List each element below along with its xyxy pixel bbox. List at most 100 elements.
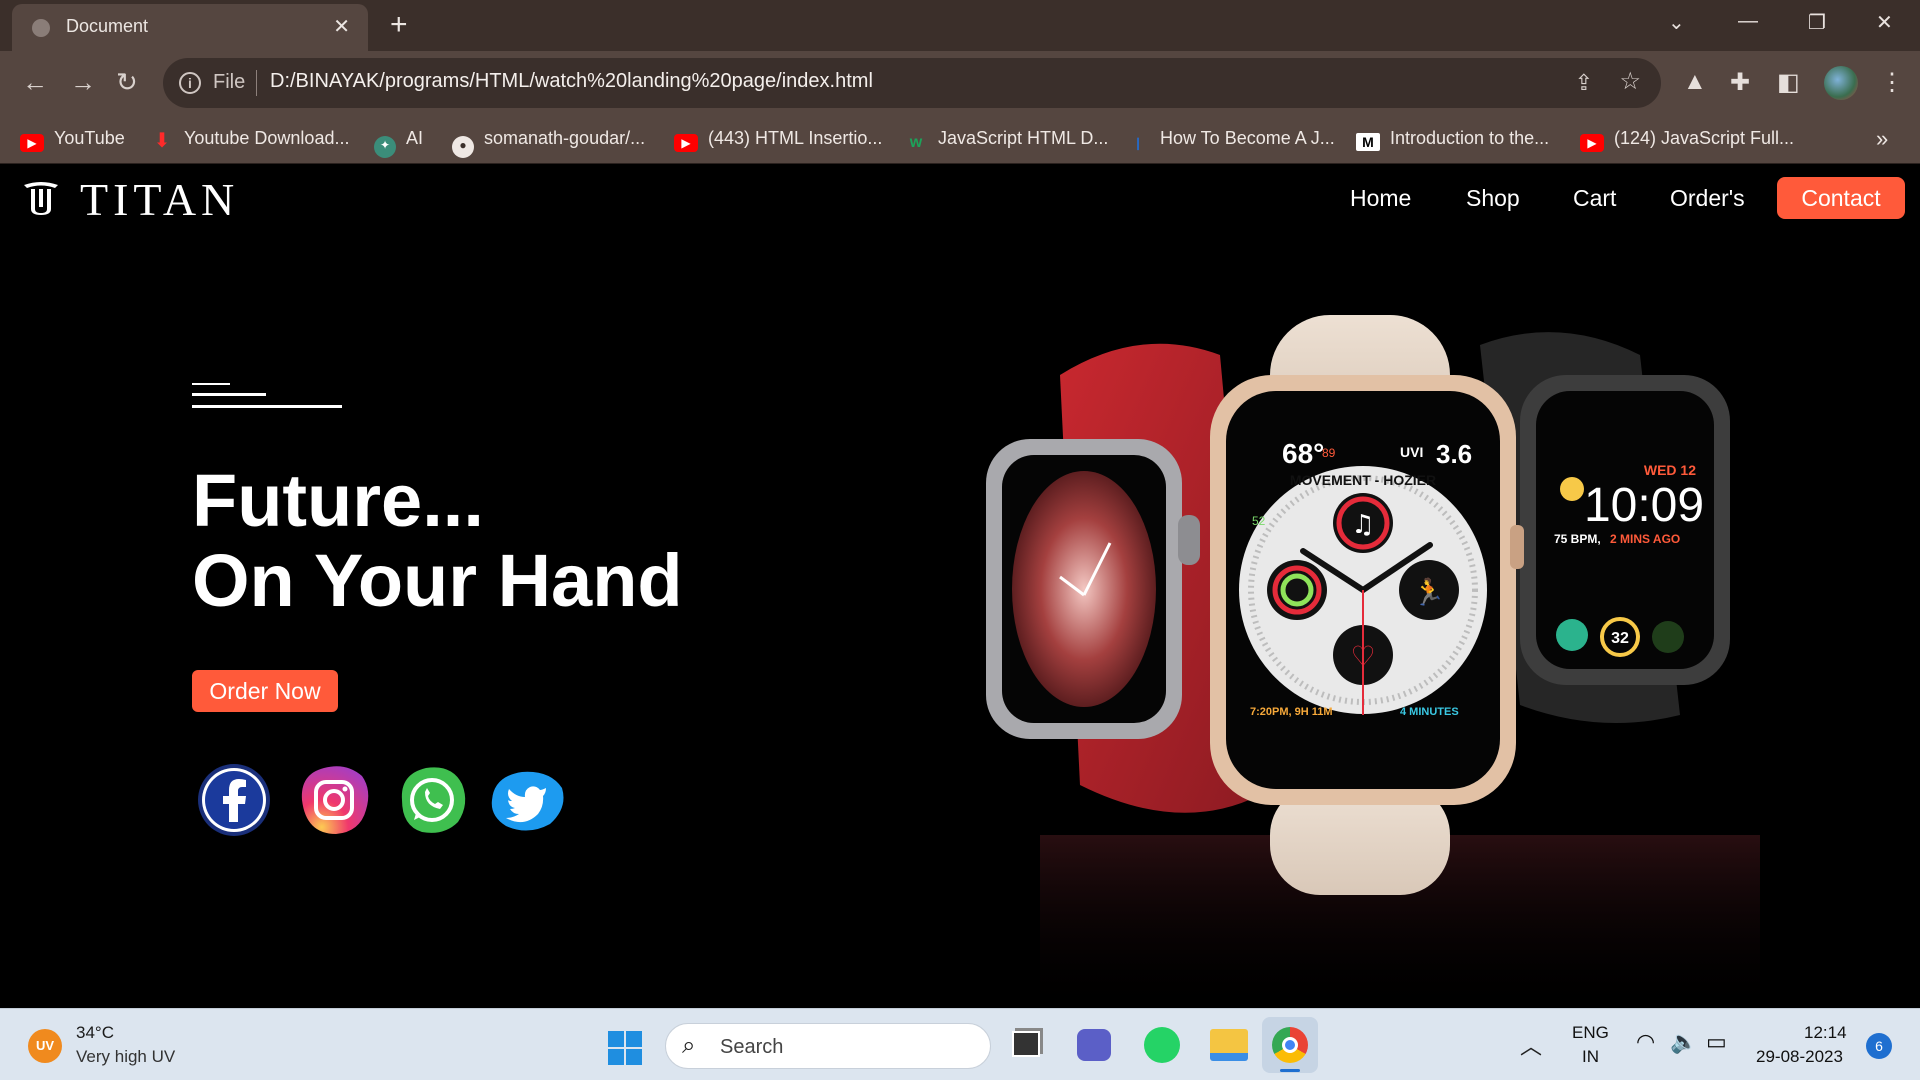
- titan-mark-icon: [24, 182, 58, 215]
- order-now-button[interactable]: Order Now: [192, 670, 338, 712]
- task-view-icon[interactable]: [1012, 1031, 1040, 1057]
- openai-icon: ✦: [374, 136, 396, 158]
- center-watch-uvi: UVI: [1400, 444, 1423, 460]
- youtube-icon: ▶: [1580, 134, 1604, 152]
- file-explorer-icon[interactable]: [1210, 1029, 1248, 1061]
- menu-kebab-icon[interactable]: ⋮: [1880, 68, 1904, 97]
- whatsapp-icon[interactable]: [392, 760, 472, 840]
- center-watch-uvi-value: 3.6: [1436, 439, 1472, 469]
- back-icon[interactable]: ←: [22, 67, 48, 98]
- hero-line-2: On Your Hand: [192, 539, 683, 622]
- globe-icon: [32, 19, 50, 37]
- bookmark-javascript-html[interactable]: w JavaScript HTML D...: [904, 128, 1109, 152]
- landing-page: TITAN Home Shop Cart Order's Contact Fut…: [0, 165, 1920, 1008]
- restore-icon[interactable]: ❐: [1808, 10, 1826, 35]
- windows-start-icon[interactable]: [608, 1031, 642, 1065]
- volume-icon[interactable]: 🔈: [1670, 1029, 1697, 1055]
- browser-toolbar: ← → ↻ i File D:/BINAYAK/programs/HTML/wa…: [0, 51, 1920, 116]
- uv-weather-badge[interactable]: UV: [28, 1029, 62, 1063]
- taskbar-search-box[interactable]: ⌕ Search: [665, 1023, 991, 1069]
- wifi-icon[interactable]: ◠: [1636, 1029, 1655, 1055]
- url-scheme: File: [213, 71, 246, 93]
- twitter-icon[interactable]: [488, 760, 568, 840]
- address-bar[interactable]: i File D:/BINAYAK/programs/HTML/watch%20…: [163, 58, 1661, 108]
- instagram-icon[interactable]: [294, 760, 374, 840]
- bookmark-javascript-full[interactable]: ▶ (124) JavaScript Full...: [1580, 128, 1794, 152]
- right-watch-ago: 2 MINS AGO: [1610, 532, 1680, 546]
- bookmark-introduction[interactable]: M Introduction to the...: [1356, 128, 1549, 151]
- youtube-icon: ▶: [20, 134, 44, 152]
- tab-search-icon[interactable]: ⌄: [1668, 10, 1685, 35]
- watches-product-image: WED 12 10:09 75 BPM, 2 MINS AGO 32 ♫ 🏃 ♡…: [986, 315, 1760, 1008]
- clock-date[interactable]: 29-08-2023: [1756, 1047, 1843, 1067]
- url-text[interactable]: D:/BINAYAK/programs/HTML/watch%20landing…: [270, 70, 873, 93]
- nav-cart[interactable]: Cart: [1573, 185, 1616, 212]
- bookmark-ai[interactable]: ✦ AI: [374, 128, 423, 158]
- windows-taskbar: UV 34°C Very high UV ⌕ Search ︿ ENG IN ◠…: [0, 1008, 1920, 1080]
- minimize-icon[interactable]: —: [1738, 10, 1758, 33]
- center-watch-song: MOVEMENT - HOZIER: [1290, 472, 1436, 488]
- weather-temp[interactable]: 34°C: [76, 1023, 114, 1043]
- browser-titlebar: Document ✕ + ⌄ — ❐ ✕: [0, 0, 1920, 51]
- facebook-icon[interactable]: [194, 760, 274, 840]
- download-icon: ⬇: [153, 130, 171, 152]
- music-icon: ♫: [1351, 510, 1374, 540]
- right-watch-time: 10:09: [1584, 479, 1704, 532]
- language-region[interactable]: IN: [1582, 1047, 1599, 1067]
- bookmark-youtube-download[interactable]: ⬇ Youtube Download...: [150, 128, 350, 152]
- notification-badge[interactable]: 6: [1866, 1033, 1892, 1059]
- mdn-icon: M: [1356, 133, 1380, 151]
- bookmark-star-icon[interactable]: ☆: [1619, 67, 1641, 96]
- clock-time[interactable]: 12:14: [1804, 1023, 1847, 1043]
- bookmarks-bar: ▶ YouTube ⬇ Youtube Download... ✦ AI ● soman…: [0, 116, 1920, 164]
- nav-home[interactable]: Home: [1350, 185, 1411, 212]
- browser-tab[interactable]: Document ✕: [12, 4, 368, 51]
- bookmark-youtube[interactable]: ▶ YouTube: [20, 128, 125, 152]
- extension-triangle-icon[interactable]: ▲: [1683, 68, 1707, 96]
- center-watch-temp: 68°: [1282, 438, 1324, 469]
- forward-icon[interactable]: →: [70, 67, 96, 98]
- center-watch-high: 89: [1322, 446, 1336, 460]
- tab-title: Document: [66, 16, 149, 36]
- side-panel-icon[interactable]: ◧: [1777, 68, 1800, 97]
- teams-chat-icon[interactable]: [1077, 1029, 1111, 1061]
- nav-orders[interactable]: Order's: [1670, 185, 1745, 212]
- close-window-icon[interactable]: ✕: [1876, 10, 1893, 35]
- w3schools-icon: w: [909, 134, 923, 151]
- language-code[interactable]: ENG: [1572, 1023, 1609, 1043]
- brand-name: TITAN: [80, 174, 240, 225]
- share-icon[interactable]: ⇪: [1575, 70, 1593, 96]
- more-bookmarks-icon[interactable]: »: [1876, 126, 1888, 152]
- hiring-icon: ❘: [1132, 136, 1144, 150]
- svg-text:🏃: 🏃: [1413, 577, 1445, 608]
- hero-title: Future... On Your Hand: [192, 461, 683, 621]
- new-tab-button[interactable]: +: [390, 8, 408, 42]
- right-watch-bpm: 75 BPM,: [1554, 532, 1601, 546]
- right-watch-aqi: 32: [1611, 630, 1629, 647]
- bookmark-html-insertion[interactable]: ▶ (443) HTML Insertio...: [674, 128, 882, 152]
- center-watch-sunset: 7:20PM, 9H 11M: [1250, 706, 1333, 718]
- show-hidden-icons[interactable]: ︿: [1520, 1029, 1542, 1061]
- extensions-puzzle-icon[interactable]: ✚: [1730, 68, 1750, 97]
- center-watch-minutes: 4 MINUTES: [1400, 706, 1459, 718]
- right-watch-day: WED 12: [1644, 462, 1696, 478]
- nav-contact-button[interactable]: Contact: [1777, 177, 1905, 219]
- reload-icon[interactable]: ↻: [116, 67, 138, 98]
- divider: [256, 70, 257, 96]
- whatsapp-taskbar-icon[interactable]: [1144, 1027, 1180, 1063]
- close-tab-icon[interactable]: ✕: [333, 14, 350, 39]
- profile-avatar[interactable]: [1824, 66, 1858, 100]
- chrome-taskbar-button[interactable]: [1262, 1017, 1318, 1073]
- bookmark-github[interactable]: ● somanath-goudar/...: [452, 128, 645, 158]
- search-icon: ⌕: [682, 1032, 696, 1059]
- battery-icon[interactable]: ▭: [1706, 1029, 1727, 1055]
- center-watch-low: 52: [1252, 514, 1266, 528]
- github-icon: ●: [452, 136, 474, 158]
- info-icon[interactable]: i: [179, 72, 201, 94]
- youtube-icon: ▶: [674, 134, 698, 152]
- hero-line-1: Future...: [192, 459, 484, 542]
- search-placeholder: Search: [720, 1036, 784, 1058]
- bookmark-how-to-become[interactable]: ❘ How To Become A J...: [1126, 128, 1335, 152]
- nav-shop[interactable]: Shop: [1466, 185, 1520, 212]
- weather-description[interactable]: Very high UV: [76, 1047, 175, 1067]
